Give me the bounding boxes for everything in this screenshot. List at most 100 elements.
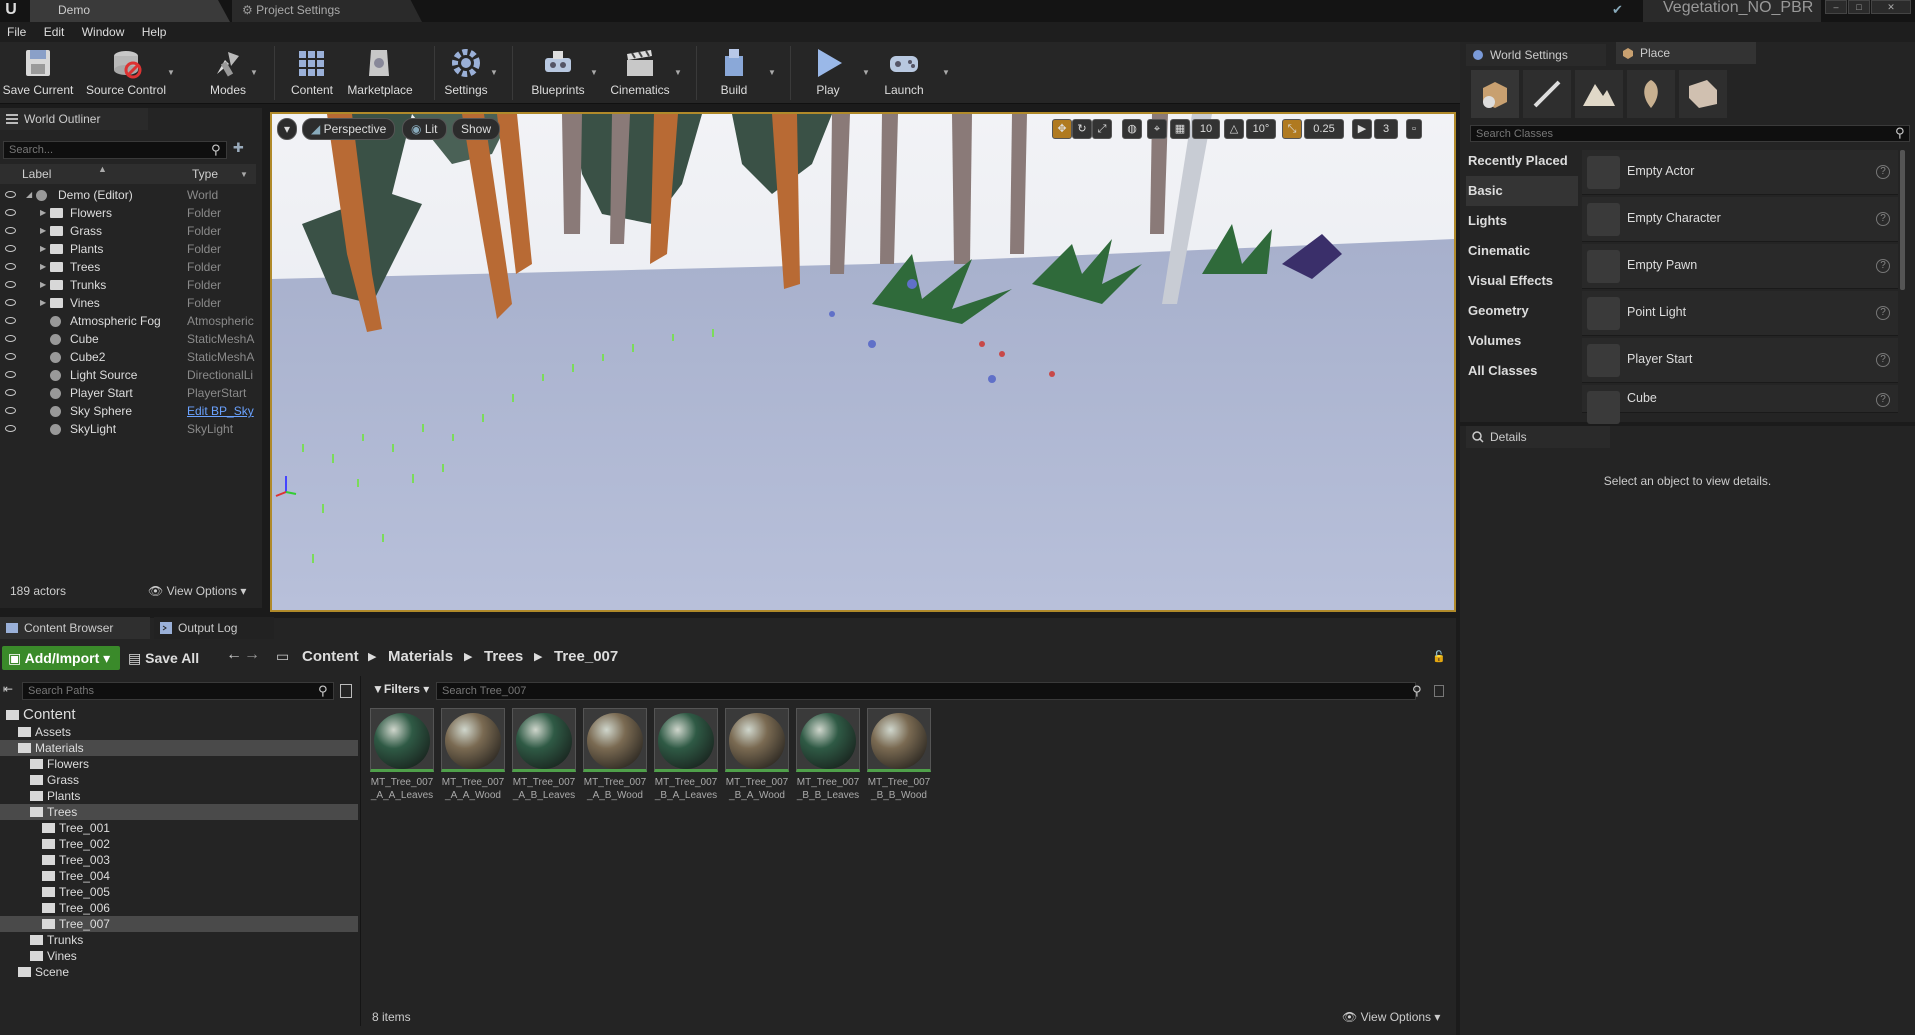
tab-project-settings[interactable]: ⚙ Project Settings [232, 0, 422, 22]
source-control-button[interactable]: Source Control [84, 42, 168, 104]
save-search-icon[interactable] [1434, 685, 1444, 697]
visibility-eye-icon[interactable] [5, 335, 16, 342]
rotation-snap-icon[interactable]: △ [1224, 119, 1244, 139]
outliner-row[interactable]: ▶ Vines Folder [0, 294, 256, 312]
outliner-row[interactable]: Cube StaticMeshA [0, 330, 256, 348]
translate-mode-icon[interactable]: ✥ [1052, 119, 1072, 139]
expanded-arrow-icon[interactable]: ◢ [26, 186, 32, 204]
asset-tile[interactable]: MT_Tree_007 _B_B_Wood [865, 708, 933, 802]
minimize-icon[interactable]: – [1825, 0, 1847, 14]
help-icon[interactable]: ? [1876, 259, 1890, 273]
breadcrumb-trees[interactable]: Trees [484, 646, 523, 668]
maximize-viewport-icon[interactable]: ▫ [1406, 119, 1422, 139]
place-scrollbar[interactable] [1900, 150, 1905, 290]
scale-snap-icon[interactable]: ⤡ [1282, 119, 1302, 139]
outliner-row[interactable]: ▶ Flowers Folder [0, 204, 256, 222]
collapsed-arrow-icon[interactable]: ▶ [40, 222, 46, 240]
help-icon[interactable]: ? [1876, 353, 1890, 367]
breadcrumb-content[interactable]: Content [302, 646, 359, 668]
world-settings-tab[interactable]: World Settings [1466, 44, 1606, 66]
visibility-eye-icon[interactable] [5, 227, 16, 234]
asset-tile[interactable]: MT_Tree_007 _A_A_Wood [439, 708, 507, 802]
place-tab[interactable]: Place [1616, 42, 1756, 64]
place-category[interactable]: Recently Placed [1466, 146, 1578, 176]
outliner-row[interactable]: ▶ Trees Folder [0, 258, 256, 276]
collapsed-arrow-icon[interactable]: ▶ [40, 294, 46, 312]
source-control-dropdown-icon[interactable]: ▼ [167, 68, 175, 77]
outliner-row[interactable]: ▶ Grass Folder [0, 222, 256, 240]
search-paths-input[interactable]: Search Paths [22, 682, 334, 700]
folder-tree-item[interactable]: Vines [0, 948, 358, 964]
label-column-header[interactable]: Label [22, 167, 51, 181]
level-viewport[interactable]: ▾ ◢ Perspective ◉ Lit Show ✥ ↻ ⤢ ◍ ⌖ ▦ 1… [270, 112, 1456, 612]
visibility-eye-icon[interactable] [5, 353, 16, 360]
viewport-options-button[interactable]: ▾ [277, 118, 298, 140]
surface-snap-icon[interactable]: ⌖ [1147, 119, 1167, 139]
folder-tree-item[interactable]: Content [0, 706, 358, 724]
asset-tile[interactable]: MT_Tree_007 _A_B_Leaves [510, 708, 578, 802]
camera-speed-icon[interactable]: ▶ [1352, 119, 1372, 139]
folder-tree-item[interactable]: Trunks [0, 932, 358, 948]
outliner-row[interactable]: Atmospheric Fog Atmospheric [0, 312, 256, 330]
collapsed-arrow-icon[interactable]: ▶ [40, 204, 46, 222]
visibility-eye-icon[interactable] [5, 389, 16, 396]
outliner-row[interactable]: ◢ Demo (Editor) World [0, 186, 256, 204]
type-column-dropdown-icon[interactable]: ▼ [240, 170, 248, 179]
launch-dropdown-icon[interactable]: ▼ [942, 68, 950, 77]
collapsed-arrow-icon[interactable]: ▶ [40, 276, 46, 294]
place-item[interactable]: Cube? [1582, 385, 1898, 424]
build-button[interactable]: Build [706, 42, 762, 104]
folder-tree-item[interactable]: Tree_002 [0, 836, 358, 852]
search-classes-input[interactable]: Search Classes [1470, 125, 1910, 142]
folder-tree-item[interactable]: Tree_006 [0, 900, 358, 916]
camera-speed-value[interactable]: 3 [1374, 119, 1398, 139]
folder-tree-item[interactable]: Materials [0, 740, 358, 756]
modes-dropdown-icon[interactable]: ▼ [250, 68, 258, 77]
asset-tile[interactable]: MT_Tree_007 _B_B_Leaves [794, 708, 862, 802]
rotation-snap-value[interactable]: 10° [1246, 119, 1276, 139]
breadcrumb-materials[interactable]: Materials [388, 646, 453, 668]
place-item[interactable]: Point Light? [1582, 291, 1898, 336]
scale-mode-icon[interactable]: ⤢ [1092, 119, 1112, 139]
tab-demo[interactable]: Demo [30, 0, 230, 22]
place-category[interactable]: Geometry [1466, 296, 1578, 326]
collapse-sources-icon[interactable]: ⇤ [3, 682, 13, 696]
close-icon[interactable]: ✕ [1871, 0, 1911, 14]
asset-tile[interactable]: MT_Tree_007 _A_A_Leaves [368, 708, 436, 802]
folder-tree-item[interactable]: Plants [0, 788, 358, 804]
forward-arrow-icon[interactable]: → [244, 646, 260, 664]
collapsed-arrow-icon[interactable]: ▶ [40, 240, 46, 258]
place-category[interactable]: All Classes [1466, 356, 1578, 386]
play-button[interactable]: Play [800, 42, 856, 104]
folder-tree-item[interactable]: Assets [0, 724, 358, 740]
cinematics-dropdown-icon[interactable]: ▼ [674, 68, 682, 77]
help-icon[interactable]: ? [1876, 165, 1890, 179]
outliner-row[interactable]: SkyLight SkyLight [0, 420, 256, 438]
menu-edit[interactable]: Edit [37, 22, 72, 42]
outliner-view-options-button[interactable]: 👁 View Options ▾ [148, 584, 246, 598]
place-item[interactable]: Empty Actor? [1582, 150, 1898, 195]
add-import-button[interactable]: ▣ Add/Import ▾ [2, 646, 120, 670]
folder-tree-item[interactable]: Tree_007 [0, 916, 358, 932]
filters-button[interactable]: ▼Filters ▾ [372, 682, 429, 696]
folder-tree-item[interactable]: Tree_001 [0, 820, 358, 836]
back-arrow-icon[interactable]: ← [226, 646, 242, 664]
launch-button[interactable]: Launch [876, 42, 932, 104]
output-log-tab[interactable]: Output Log [154, 617, 274, 639]
grid-snap-icon[interactable]: ▦ [1170, 119, 1190, 139]
visibility-eye-icon[interactable] [5, 407, 16, 414]
outliner-row[interactable]: Sky Sphere Edit BP_Sky [0, 402, 256, 420]
visibility-eye-icon[interactable] [5, 317, 16, 324]
collections-icon[interactable] [340, 684, 352, 698]
outliner-search-input[interactable]: Search... [3, 141, 227, 159]
blueprints-button[interactable]: Blueprints [526, 42, 590, 104]
maximize-icon[interactable]: □ [1848, 0, 1870, 14]
place-category[interactable]: Visual Effects [1466, 266, 1578, 296]
outliner-row[interactable]: Light Source DirectionalLi [0, 366, 256, 384]
menu-file[interactable]: File [0, 22, 33, 42]
cinematics-button[interactable]: Cinematics [604, 42, 676, 104]
rotate-mode-icon[interactable]: ↻ [1072, 119, 1092, 139]
search-assets-input[interactable]: Search Tree_007 [436, 682, 1416, 700]
visibility-eye-icon[interactable] [5, 191, 16, 198]
help-icon[interactable]: ? [1876, 393, 1890, 407]
